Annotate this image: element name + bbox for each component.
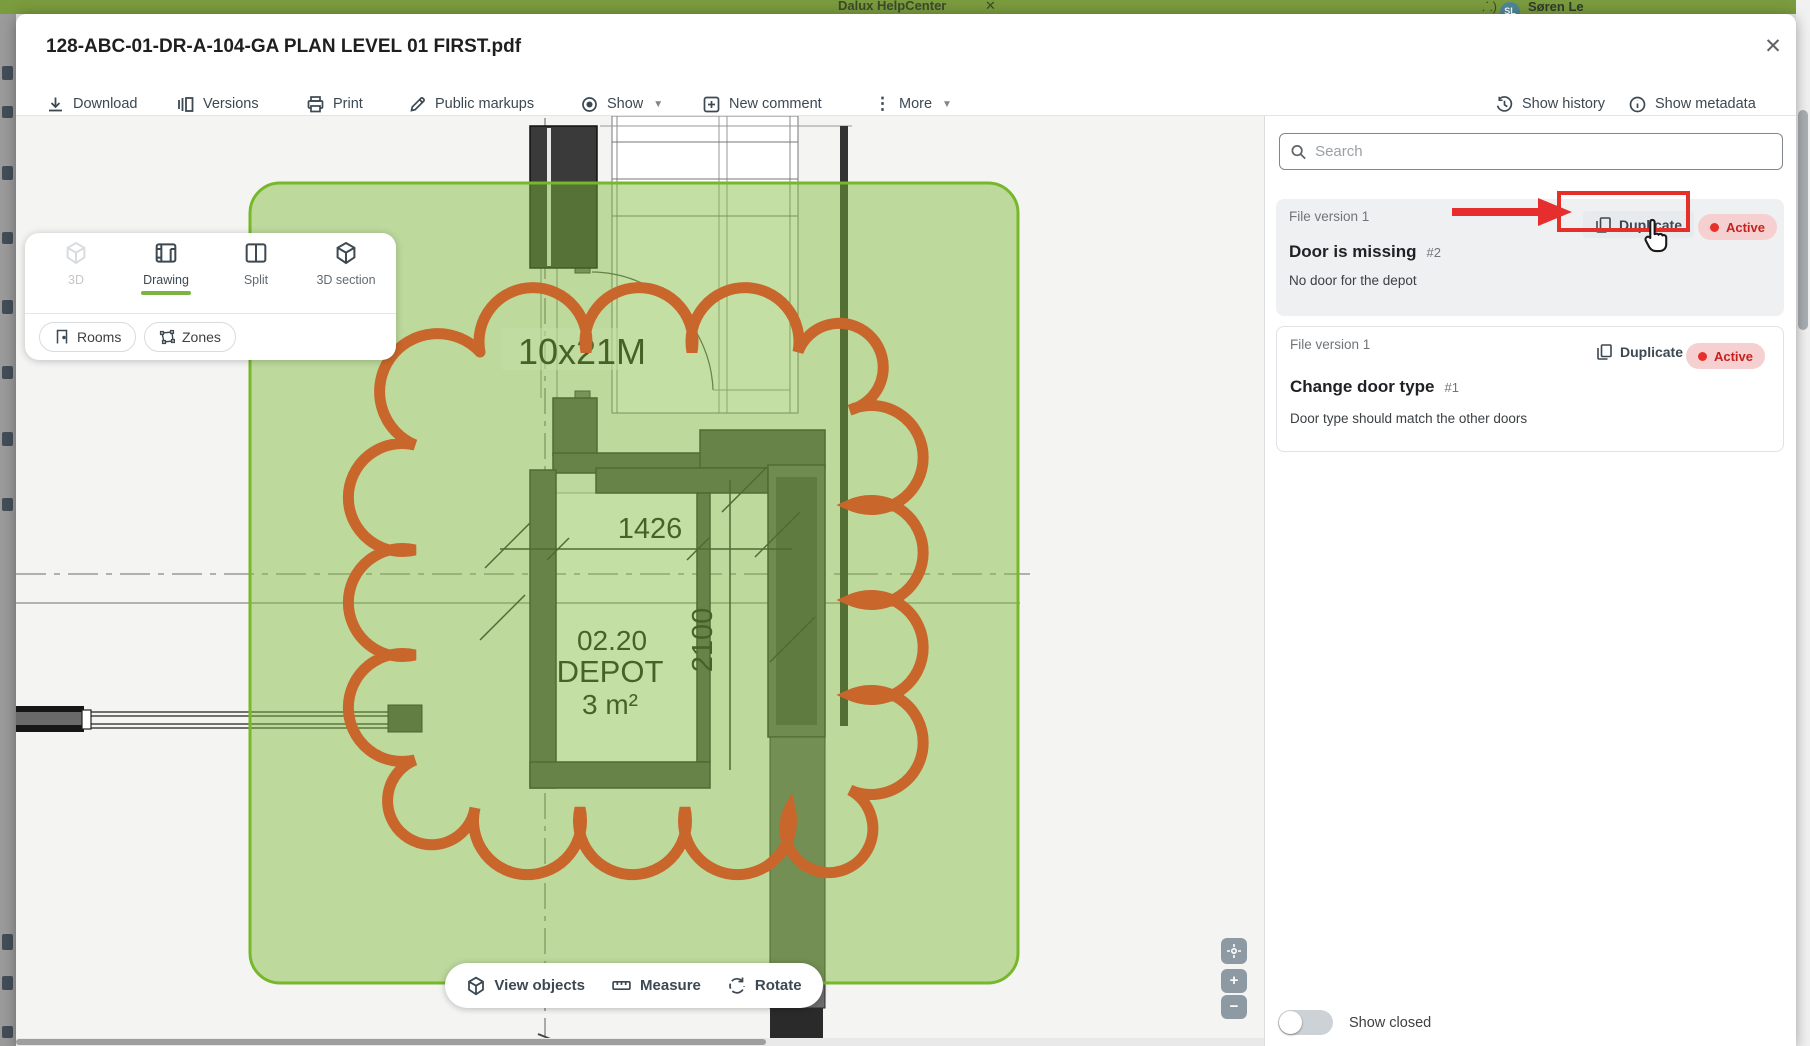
avatar: SL [1500,2,1520,14]
door-icon [54,329,70,345]
ruler-icon [611,975,632,996]
markup-description: No door for the depot [1289,273,1417,288]
markup-title: Door is missing#2 [1289,242,1441,262]
duplicate-button[interactable]: Duplicate [1583,211,1694,238]
markup-title: Change door type#1 [1290,377,1459,397]
duplicate-icon [1596,343,1613,360]
pencil-icon [408,95,427,114]
fit-view-button[interactable] [1221,938,1247,964]
notification-icon: ⸫) [1482,0,1497,14]
info-icon [1628,95,1647,114]
search-icon [1290,143,1307,161]
background-left-nav [0,14,16,1046]
status-badge: Active [1698,214,1777,240]
markup-description: Door type should match the other doors [1290,411,1527,426]
search-input[interactable] [1315,143,1772,160]
show-closed-label: Show closed [1349,1015,1431,1031]
status-badge: Active [1686,343,1765,369]
canvas-h-scrollbar[interactable] [16,1039,766,1045]
search-box[interactable] [1279,133,1783,170]
print-icon [306,95,325,114]
zone-polygon-icon [159,329,175,345]
rotate-icon [727,976,747,996]
user-name: Søren Le [1528,0,1584,14]
new-comment-icon [702,95,721,114]
show-icon [580,95,599,114]
panel-divider [25,313,396,314]
cube-icon [64,241,88,265]
rotate-button[interactable]: Rotate [727,976,802,996]
status-dot-icon [1710,223,1719,232]
split-icon [244,241,268,265]
chevron-down-icon: ▼ [942,99,952,110]
markup-card-door-missing[interactable]: File version 1 Duplicate Active Door is … [1276,199,1784,316]
tab-split[interactable]: Split [213,241,299,287]
view-objects-button[interactable]: View objects [466,976,585,996]
helpcenter-tab-label: Dalux HelpCenter [838,0,946,13]
rooms-button[interactable]: Rooms [39,322,136,352]
markup-card-change-door-type[interactable]: File version 1 Duplicate Active Change d… [1276,326,1784,452]
tab-3d-section[interactable]: 3D section [303,241,389,287]
history-icon [1495,95,1514,114]
download-icon [46,95,65,114]
show-closed-toggle[interactable] [1278,1010,1333,1035]
file-version-label: File version 1 [1289,209,1369,224]
cube-section-icon [334,241,358,265]
page-scrollbar[interactable] [1796,0,1810,1046]
measure-button[interactable]: Measure [611,975,701,996]
file-title: 128-ABC-01-DR-A-104-GA PLAN LEVEL 01 FIR… [46,36,521,58]
chevron-down-icon: ▼ [653,99,663,110]
drawing-canvas[interactable]: 10x21M 1426 2100 02.20 DEPOT 3 m² 3D Dra… [16,116,1264,1046]
show-closed-row: Show closed [1278,1010,1431,1035]
fit-view-icon [1226,943,1242,959]
tab-drawing[interactable]: Drawing [123,241,209,287]
drawing-icon [154,241,178,265]
browser-top-bar: Dalux HelpCenter ✕ ⸫) SL Søren Le [0,0,1796,14]
tab-3d: 3D [33,241,119,287]
canvas-toolbar: View objects Measure Rotate [445,963,823,1008]
file-version-label: File version 1 [1290,337,1370,352]
helpcenter-close-icon: ✕ [985,0,996,14]
cube-icon [466,976,486,996]
close-icon[interactable]: ✕ [1758,32,1788,62]
view-mode-panel: 3D Drawing Split 3D section Rooms [25,233,396,360]
kebab-icon: ⋮ [874,94,891,114]
markup-number: #1 [1445,380,1459,395]
zoom-in-button[interactable]: + [1221,969,1247,993]
file-viewer-modal: 128-ABC-01-DR-A-104-GA PLAN LEVEL 01 FIR… [16,14,1796,1046]
duplicate-button[interactable]: Duplicate [1596,343,1683,360]
duplicate-icon [1595,216,1612,233]
markup-number: #2 [1427,245,1441,260]
versions-icon [176,95,195,114]
zoom-out-button[interactable]: − [1221,995,1247,1019]
zones-button[interactable]: Zones [144,322,236,352]
status-dot-icon [1698,352,1707,361]
markups-sidebar: File version 1 Duplicate Active Door is … [1264,116,1796,1046]
